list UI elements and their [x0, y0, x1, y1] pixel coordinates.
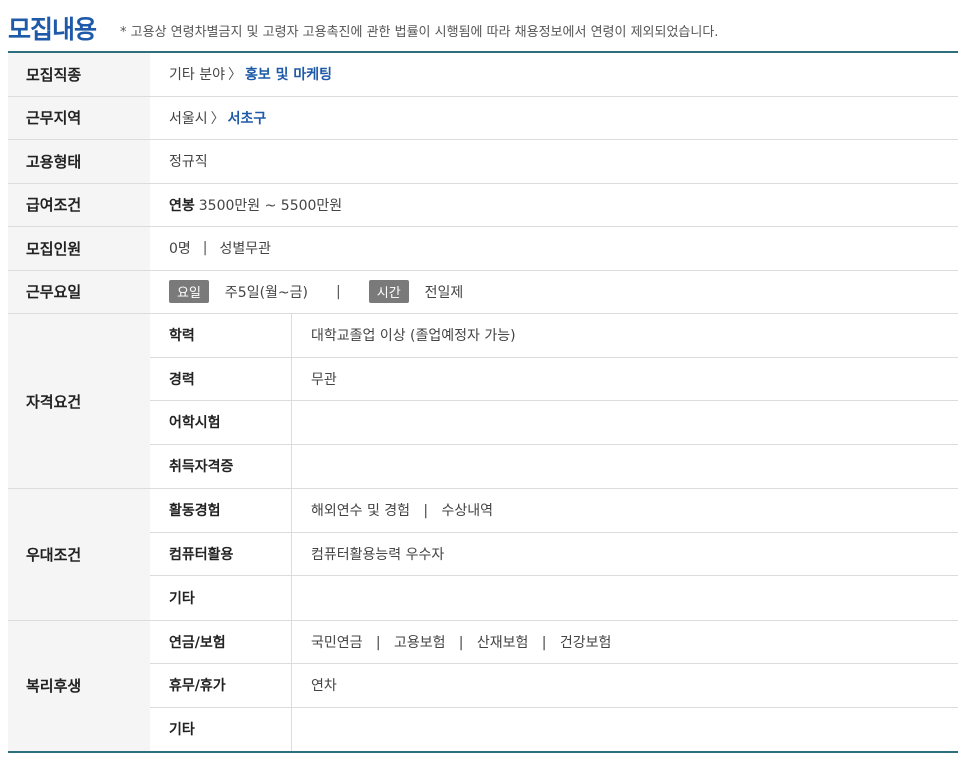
section-title: 모집내용 — [8, 15, 97, 44]
row-value: 정규직 — [169, 154, 208, 171]
chevron-right-icon: 〉 — [227, 67, 242, 84]
subrow-value: 무관 — [311, 371, 337, 388]
subrow: 취득자격증 — [150, 444, 958, 489]
row-employment: 고용형태 정규직 — [8, 140, 958, 184]
group-benefits: 복리후생 연금/보험 국민연금 | 고용보험 | 산재보험 | 건강보험 휴무/… — [8, 620, 958, 752]
subrow: 기타 — [150, 707, 958, 752]
salary-type: 연봉 — [169, 197, 195, 214]
row-label: 모집직종 — [8, 53, 150, 96]
row-region: 근무지역 서울시 〉 서초구 — [8, 96, 958, 140]
job-value: 홍보 및 마케팅 — [244, 67, 333, 84]
subrow-label: 연금/보험 — [150, 620, 292, 663]
subrow-value — [292, 708, 958, 752]
job-category: 기타 분야 — [169, 67, 225, 84]
region-district: 서초구 — [227, 110, 267, 127]
subrow-label: 활동경험 — [150, 489, 292, 532]
region-city: 서울시 — [169, 110, 208, 127]
group-label: 복리후생 — [8, 620, 150, 751]
subrow: 어학시험 — [150, 401, 958, 445]
row-label: 고용형태 — [8, 140, 150, 183]
subrow-label: 기타 — [150, 576, 292, 620]
row-label: 근무요일 — [8, 270, 150, 313]
headcount-gender: 성별무관 — [219, 241, 272, 258]
age-notice: * 고용상 연령차별금지 및 고령자 고용촉진에 관한 법률이 시행됨에 따라 … — [120, 24, 719, 40]
subrow-value — [292, 576, 958, 620]
group-label: 자격요건 — [8, 314, 150, 488]
day-tag: 요일 — [169, 280, 209, 304]
row-label: 모집인원 — [8, 227, 150, 270]
subrow-label: 휴무/휴가 — [150, 664, 292, 707]
subrow-value: 대학교졸업 이상 (졸업예정자 가능) — [311, 328, 516, 345]
row-value: 연봉 3500만원 ~ 5500만원 — [150, 184, 958, 227]
row-salary: 급여조건 연봉 3500만원 ~ 5500만원 — [8, 183, 958, 227]
time-tag: 시간 — [368, 280, 409, 304]
subrow-label: 취득자격증 — [150, 444, 292, 488]
subrow-value — [292, 445, 958, 489]
subrow-label: 경력 — [150, 357, 292, 400]
row-value: 서울시 〉 서초구 — [150, 97, 958, 140]
subrow-value: 해외연수 및 경험 | 수상내역 — [311, 503, 493, 520]
headcount-count: 0명 — [169, 241, 191, 258]
section-header: 모집내용 * 고용상 연령차별금지 및 고령자 고용촉진에 관한 법률이 시행됨… — [8, 6, 958, 50]
group-qualifications: 자격요건 학력 대학교졸업 이상 (졸업예정자 가능) 경력 무관 어학시험 취… — [8, 314, 958, 489]
chevron-right-icon: 〉 — [210, 110, 225, 127]
subrow: 휴무/휴가 연차 — [150, 664, 958, 708]
row-headcount: 모집인원 0명 | 성별무관 — [8, 227, 958, 271]
divider: | — [202, 240, 208, 257]
subrow-value: 국민연금 | 고용보험 | 산재보험 | 건강보험 — [311, 634, 612, 651]
row-label: 급여조건 — [8, 183, 150, 226]
subrow-label: 학력 — [150, 314, 292, 357]
recruit-details-table: 모집직종 기타 분야 〉 홍보 및 마케팅 근무지역 서울시 〉 서초구 고용형… — [8, 51, 958, 753]
salary-value: 3500만원 ~ 5500만원 — [198, 197, 343, 214]
subrow: 기타 — [150, 576, 958, 620]
subrow: 활동경험 해외연수 및 경험 | 수상내역 — [150, 489, 958, 533]
subrow: 연금/보험 국민연금 | 고용보험 | 산재보험 | 건강보험 — [150, 620, 958, 664]
subrow-label: 컴퓨터활용 — [150, 532, 292, 575]
row-label: 근무지역 — [8, 96, 150, 139]
subrow-value — [292, 401, 958, 444]
row-value: 0명 | 성별무관 — [150, 227, 958, 270]
schedule-time: 전일제 — [424, 284, 464, 301]
group-preferences: 우대조건 활동경험 해외연수 및 경험 | 수상내역 컴퓨터활용 컴퓨터활용능력… — [8, 489, 958, 621]
subrow-value: 컴퓨터활용능력 우수자 — [311, 546, 445, 563]
subrow-label: 기타 — [150, 707, 292, 751]
schedule-days: 주5일(월~금) — [224, 284, 309, 301]
row-value: 기타 분야 〉 홍보 및 마케팅 — [150, 53, 958, 96]
subrow-label: 어학시험 — [150, 401, 292, 444]
divider: | — [336, 283, 341, 300]
row-job: 모집직종 기타 분야 〉 홍보 및 마케팅 — [8, 53, 958, 97]
subrow: 학력 대학교졸업 이상 (졸업예정자 가능) — [150, 314, 958, 358]
subrow-value: 연차 — [311, 678, 337, 695]
subrow: 컴퓨터활용 컴퓨터활용능력 우수자 — [150, 532, 958, 576]
subrow: 경력 무관 — [150, 357, 958, 401]
row-value: 요일 주5일(월~금) | 시간 전일제 — [150, 271, 958, 314]
row-schedule: 근무요일 요일 주5일(월~금) | 시간 전일제 — [8, 270, 958, 314]
group-label: 우대조건 — [8, 489, 150, 620]
